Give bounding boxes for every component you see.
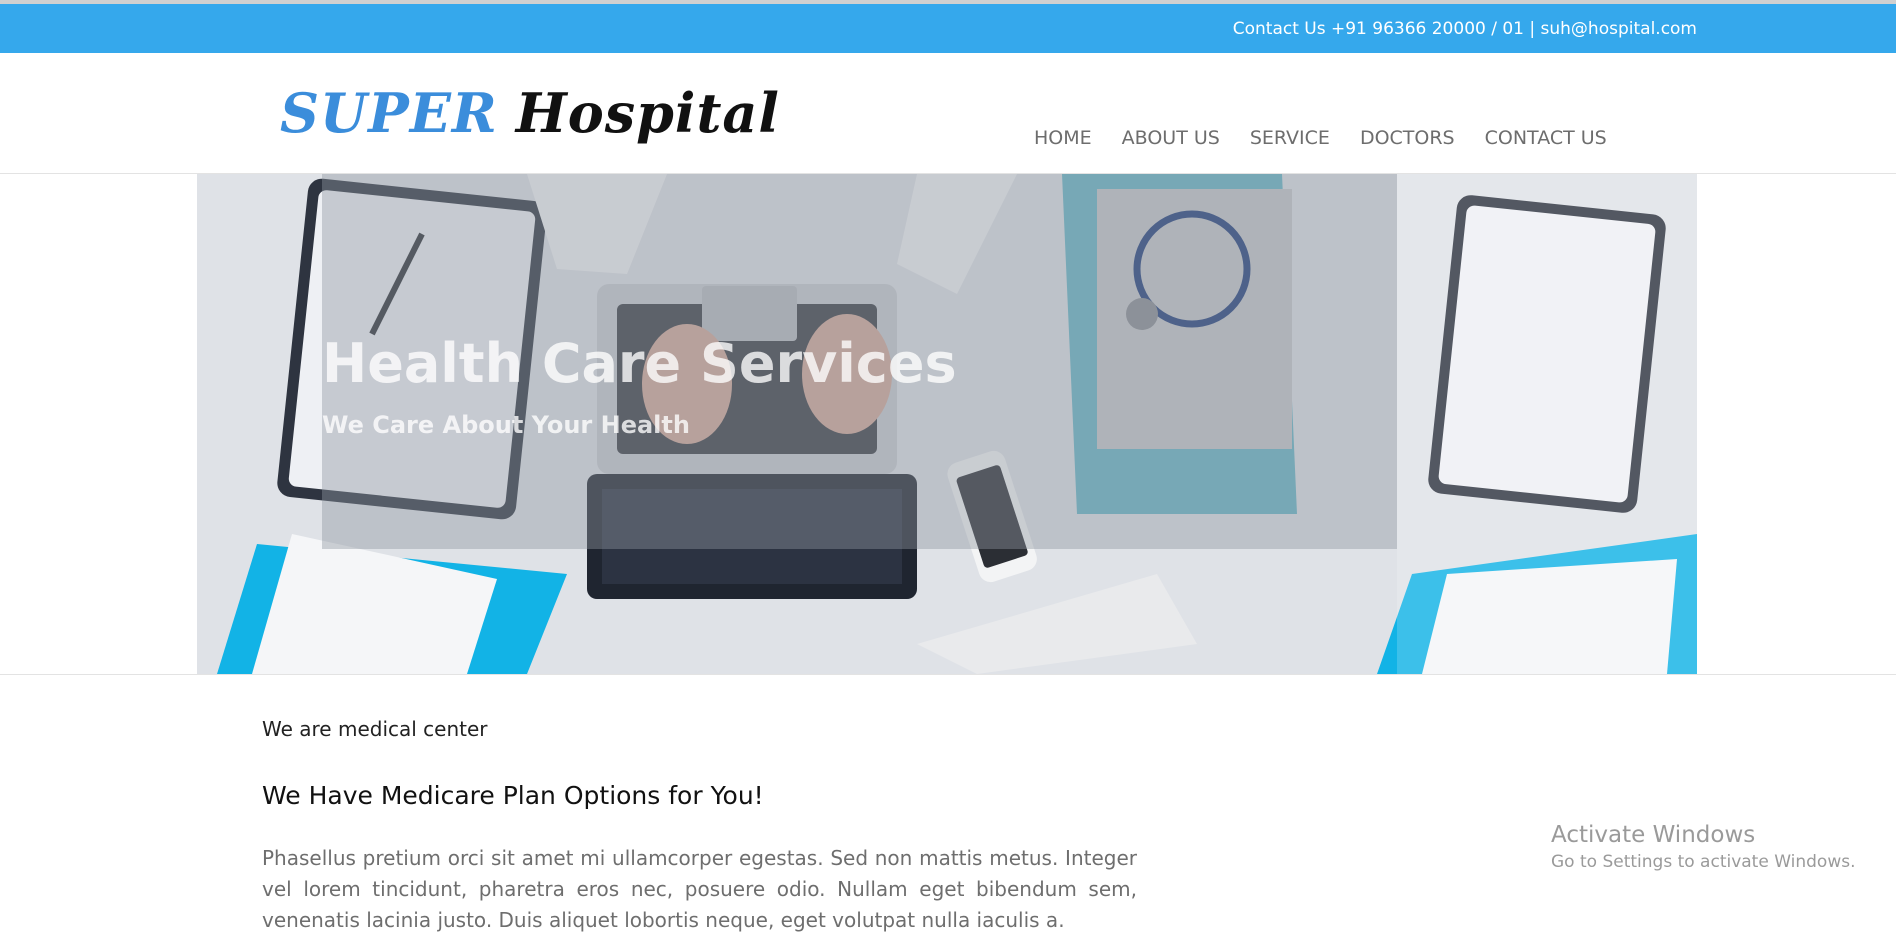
hero-banner: Health Care Services We Care About Your … (197, 174, 1697, 674)
nav-contact-us[interactable]: CONTACT US (1485, 125, 1607, 151)
section-heading: We Have Medicare Plan Options for You! (262, 781, 764, 810)
intro-paragraph: Phasellus pretium orci sit amet mi ullam… (262, 846, 1137, 932)
logo-word-super: SUPER (280, 81, 498, 145)
logo-word-hospital: Hospital (515, 81, 780, 145)
contact-info: Contact Us +91 96366 20000 / 01 | suh@ho… (1232, 19, 1697, 39)
nav-service[interactable]: SERVICE (1250, 125, 1330, 151)
intro-section: We are medical center We Have Medicare P… (262, 716, 1137, 936)
nav-about-us[interactable]: ABOUT US (1122, 125, 1220, 151)
logo[interactable]: SUPER Hospital (280, 83, 780, 143)
tagline: We are medical center (262, 717, 488, 741)
divider (0, 674, 1896, 675)
nav-home[interactable]: HOME (1034, 125, 1092, 151)
activate-windows-watermark: Activate Windows Go to Settings to activ… (1551, 820, 1856, 874)
hero-subtitle: We Care About Your Health (322, 411, 690, 439)
nav-doctors[interactable]: DOCTORS (1360, 125, 1455, 151)
watermark-title: Activate Windows (1551, 822, 1756, 848)
site-header: SUPER Hospital HOME ABOUT US SERVICE DOCT… (0, 53, 1896, 174)
hero-title: Health Care Services (322, 332, 957, 395)
watermark-subtitle: Go to Settings to activate Windows. (1551, 852, 1856, 872)
main-nav: HOME ABOUT US SERVICE DOCTORS CONTACT US (1034, 125, 1637, 151)
contact-bar: Contact Us +91 96366 20000 / 01 | suh@ho… (0, 4, 1896, 53)
